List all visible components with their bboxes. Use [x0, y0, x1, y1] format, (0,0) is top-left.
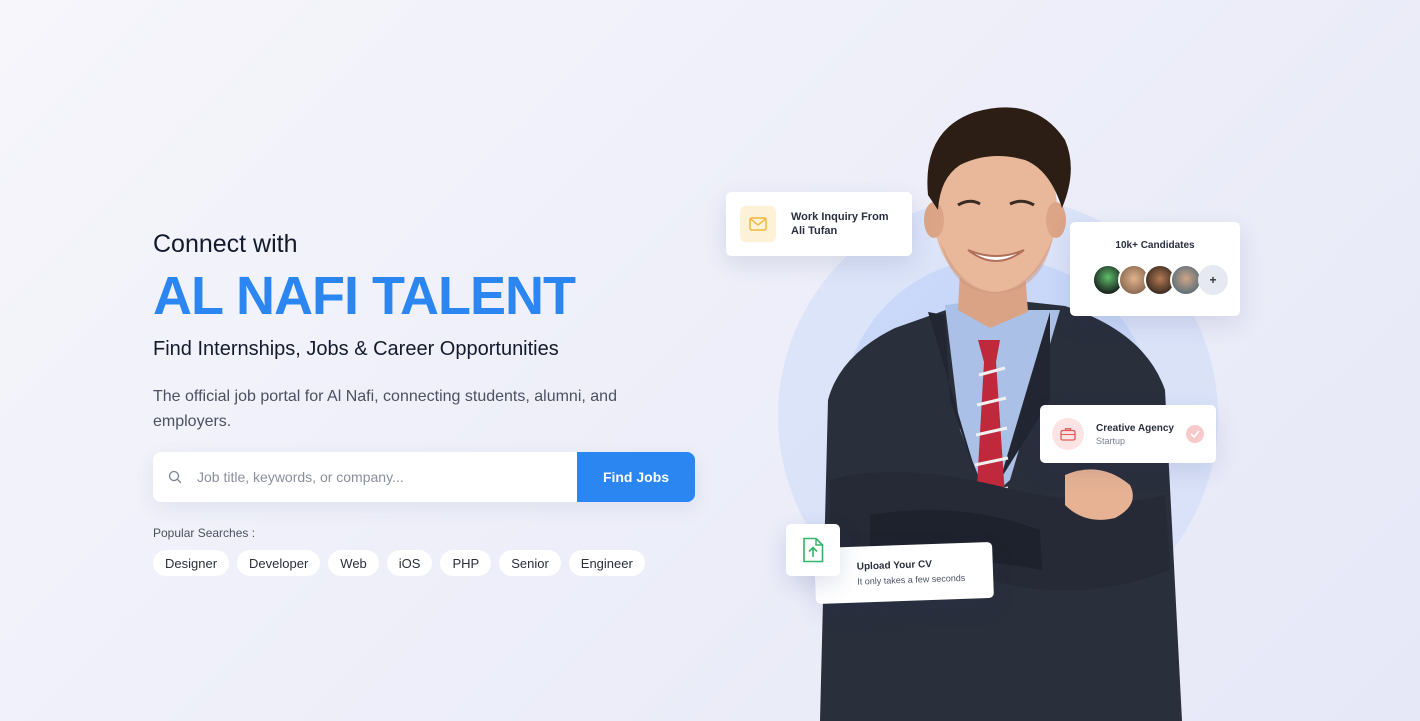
hero-section: Connect with AL NAFI TALENT Find Interns…: [153, 228, 713, 434]
mail-icon: [740, 206, 776, 242]
agency-title: Creative Agency: [1096, 422, 1174, 434]
popular-searches-label: Popular Searches :: [153, 526, 256, 540]
tag-senior[interactable]: Senior: [499, 550, 561, 576]
brand-title: AL NAFI TALENT: [153, 266, 576, 326]
tag-web[interactable]: Web: [328, 550, 379, 576]
popular-search-tags: Designer Developer Web iOS PHP Senior En…: [153, 550, 645, 576]
candidate-avatars: +: [1092, 264, 1228, 296]
tag-php[interactable]: PHP: [440, 550, 492, 576]
find-jobs-button[interactable]: Find Jobs: [577, 452, 695, 502]
work-inquiry-text: Work Inquiry From Ali Tufan: [791, 210, 889, 238]
tag-ios[interactable]: iOS: [386, 550, 433, 576]
inquiry-line1: Work Inquiry From: [791, 211, 889, 223]
briefcase-icon: [1052, 418, 1084, 450]
candidates-title: 10k+ Candidates: [1115, 240, 1195, 251]
file-upload-icon: [786, 524, 840, 576]
inquiry-line2: Ali Tufan: [791, 225, 838, 237]
work-inquiry-card: Work Inquiry From Ali Tufan: [726, 192, 912, 256]
upload-cv-card: Upload Your CV It only takes a few secon…: [814, 541, 994, 605]
hero-subtitle: Find Internships, Jobs & Career Opportun…: [153, 338, 559, 360]
check-icon: [1186, 425, 1204, 443]
more-candidates-icon: +: [1198, 265, 1228, 295]
upload-subtitle: It only takes a few seconds: [857, 572, 966, 587]
agency-text: Creative Agency Startup: [1096, 422, 1186, 447]
job-search-input[interactable]: [197, 452, 577, 502]
agency-subtitle: Startup: [1096, 435, 1126, 446]
job-search-form: Find Jobs: [153, 452, 695, 502]
tag-designer[interactable]: Designer: [153, 550, 230, 576]
tag-developer[interactable]: Developer: [237, 550, 321, 576]
creative-agency-card: Creative Agency Startup: [1040, 405, 1216, 463]
hero-eyebrow: Connect with: [153, 230, 298, 258]
candidates-card: 10k+ Candidates +: [1070, 222, 1240, 316]
hero-description: The official job portal for Al Nafi, con…: [153, 388, 617, 430]
tag-engineer[interactable]: Engineer: [568, 550, 645, 576]
search-icon: [153, 470, 197, 484]
